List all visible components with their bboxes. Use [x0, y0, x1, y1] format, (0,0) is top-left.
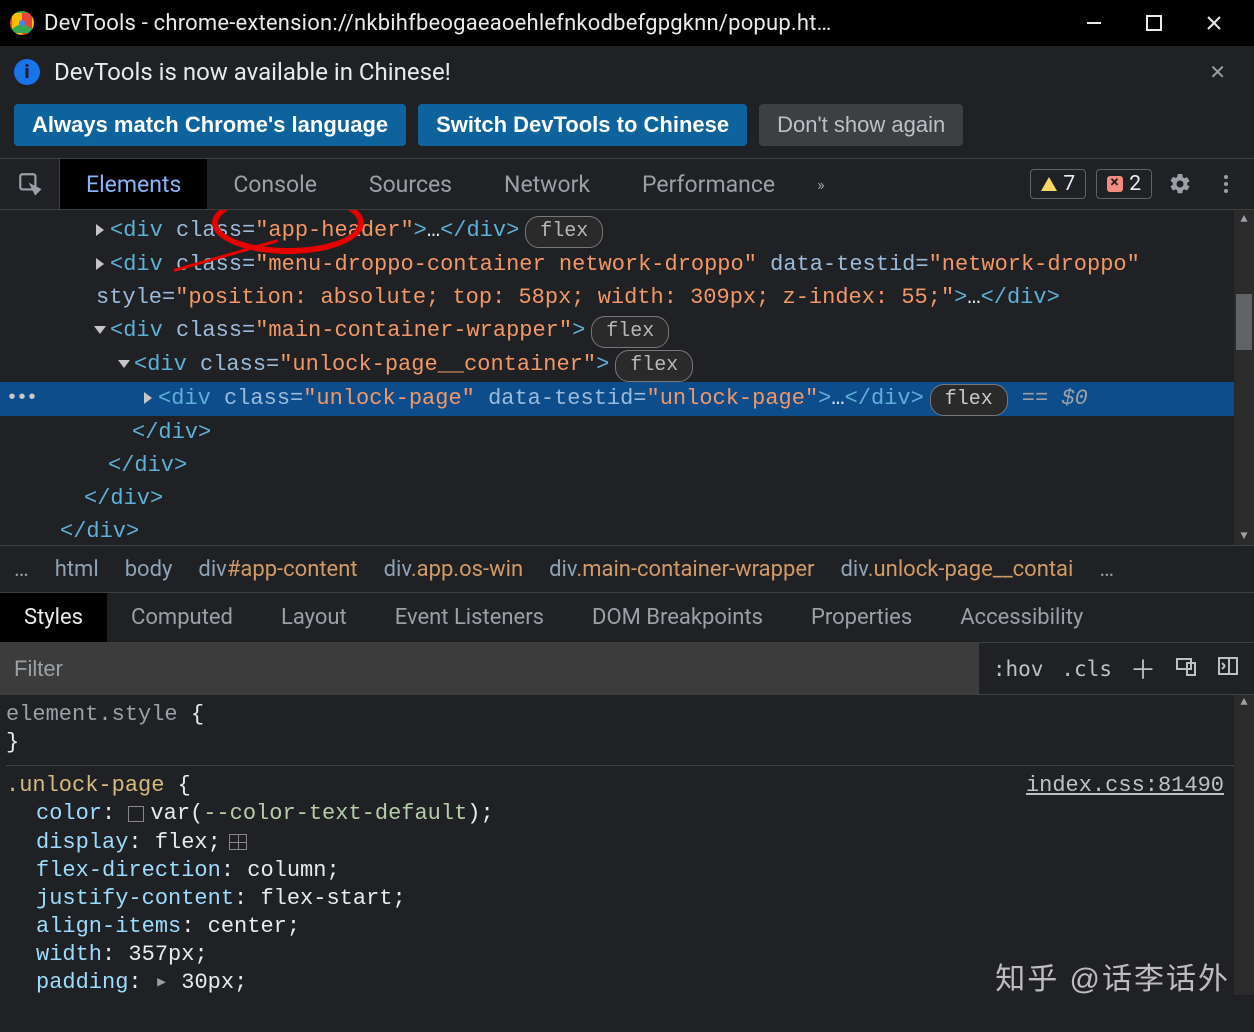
rule-source-link[interactable]: index.css:81490: [1026, 772, 1224, 800]
breadcrumb-item[interactable]: div.app.os-win: [384, 557, 524, 582]
scroll-thumb[interactable]: [1236, 294, 1252, 350]
breadcrumb-overflow[interactable]: …: [1099, 557, 1114, 582]
hov-toggle[interactable]: :hov: [993, 657, 1044, 681]
settings-gear-icon[interactable]: [1162, 172, 1198, 196]
dom-node[interactable]: <div class="menu-droppo-container networ…: [96, 248, 1254, 281]
breadcrumb-item[interactable]: div.unlock-page__contai: [840, 557, 1073, 582]
warnings-count: 7: [1063, 172, 1075, 196]
warning-icon: [1041, 177, 1057, 191]
subtab-computed[interactable]: Computed: [107, 593, 257, 642]
css-declaration[interactable]: color: var(--color-text-default);: [6, 800, 1254, 828]
dom-scrollbar[interactable]: ▲ ▼: [1234, 210, 1254, 545]
dom-node-cont[interactable]: style="position: absolute; top: 58px; wi…: [96, 281, 1254, 314]
styles-scrollbar[interactable]: ▲: [1234, 695, 1254, 995]
window-titlebar: DevTools - chrome-extension://nkbihfbeog…: [0, 0, 1254, 46]
breadcrumb-item[interactable]: body: [125, 557, 173, 582]
styles-filter-row: :hov .cls ＋: [0, 643, 1254, 695]
language-infobar: i DevTools is now available in Chinese! …: [0, 46, 1254, 92]
subtab-dom-breakpoints[interactable]: DOM Breakpoints: [568, 593, 787, 642]
flex-editor-icon[interactable]: [229, 834, 247, 850]
cls-toggle[interactable]: .cls: [1061, 657, 1112, 681]
minimize-button[interactable]: [1080, 9, 1108, 37]
breadcrumb-item[interactable]: div.main-container-wrapper: [549, 557, 814, 582]
subtab-event-listeners[interactable]: Event Listeners: [371, 593, 568, 642]
devtools-toolbar: Elements Console Sources Network Perform…: [0, 158, 1254, 210]
tab-performance[interactable]: Performance: [616, 159, 801, 209]
scroll-up-icon[interactable]: ▲: [1234, 695, 1254, 713]
styles-rules[interactable]: element.style { } index.css:81490 .unloc…: [0, 695, 1254, 995]
dom-close[interactable]: </div>: [108, 449, 1254, 482]
device-toolbar-icon[interactable]: [1174, 654, 1198, 684]
tab-console[interactable]: Console: [207, 159, 343, 209]
inspect-element-button[interactable]: [0, 159, 60, 209]
dom-node-selected[interactable]: <div class="unlock-page" data-testid="un…: [0, 382, 1254, 416]
breadcrumb-item[interactable]: div#app-content: [198, 557, 357, 582]
styles-pane-tabs: Styles Computed Layout Event Listeners D…: [0, 593, 1254, 643]
dom-node[interactable]: <div class="app-header">…</div>flex: [96, 214, 1254, 248]
subtab-properties[interactable]: Properties: [787, 593, 936, 642]
warnings-badge[interactable]: 7: [1030, 169, 1086, 199]
breadcrumb-overflow[interactable]: …: [14, 557, 29, 582]
elements-dom-tree[interactable]: <div class="app-header">…</div>flex <div…: [0, 210, 1254, 545]
scroll-down-icon[interactable]: ▼: [1234, 527, 1254, 545]
chrome-icon: [10, 11, 34, 35]
scroll-up-icon[interactable]: ▲: [1234, 210, 1254, 228]
maximize-button[interactable]: [1140, 9, 1168, 37]
color-swatch-icon[interactable]: [128, 806, 144, 822]
info-icon: i: [14, 59, 40, 85]
dom-close[interactable]: </div>: [60, 515, 1254, 545]
error-icon: [1107, 176, 1123, 192]
switch-devtools-language-button[interactable]: Switch DevTools to Chinese: [418, 104, 747, 146]
subtab-layout[interactable]: Layout: [257, 593, 371, 642]
infobar-close-icon[interactable]: ✕: [1195, 54, 1240, 90]
panel-tabs: Elements Console Sources Network Perform…: [60, 159, 841, 209]
css-declaration[interactable]: align-items: center;: [6, 913, 1254, 941]
watermark-text: 知乎 @话李话外: [995, 954, 1230, 998]
subtab-accessibility[interactable]: Accessibility: [936, 593, 1107, 642]
subtab-styles[interactable]: Styles: [0, 593, 107, 642]
css-rule[interactable]: index.css:81490 .unlock-page {: [6, 772, 1254, 800]
dom-breadcrumb[interactable]: … html body div#app-content div.app.os-w…: [0, 545, 1254, 593]
infobar-actions: Always match Chrome's language Switch De…: [0, 92, 1254, 158]
window-title: DevTools - chrome-extension://nkbihfbeog…: [44, 11, 1080, 36]
breadcrumb-item[interactable]: html: [55, 557, 99, 582]
new-style-rule-icon[interactable]: ＋: [1130, 650, 1156, 687]
css-declaration[interactable]: display: flex;: [6, 829, 1254, 857]
errors-count: 2: [1129, 172, 1141, 196]
infobar-message: DevTools is now available in Chinese!: [54, 58, 451, 86]
dom-node[interactable]: <div class="unlock-page__container">flex: [120, 348, 1254, 382]
tab-network[interactable]: Network: [478, 159, 616, 209]
dom-node[interactable]: <div class="main-container-wrapper">flex: [96, 314, 1254, 348]
dont-show-again-button[interactable]: Don't show again: [759, 104, 963, 146]
css-rule-close: }: [6, 729, 1254, 757]
errors-badge[interactable]: 2: [1096, 169, 1152, 199]
tab-elements[interactable]: Elements: [60, 159, 207, 209]
always-match-language-button[interactable]: Always match Chrome's language: [14, 104, 406, 146]
css-declaration[interactable]: flex-direction: column;: [6, 857, 1254, 885]
dom-close[interactable]: </div>: [132, 416, 1254, 449]
css-declaration[interactable]: justify-content: flex-start;: [6, 885, 1254, 913]
styles-filter-input[interactable]: [0, 643, 979, 694]
css-rule[interactable]: element.style {: [6, 701, 1254, 729]
close-button[interactable]: [1200, 9, 1228, 37]
dom-close[interactable]: </div>: [84, 482, 1254, 515]
tab-sources[interactable]: Sources: [343, 159, 478, 209]
more-options-icon[interactable]: [1208, 172, 1244, 196]
tabs-overflow-icon[interactable]: »: [801, 159, 841, 209]
toggle-pane-icon[interactable]: [1216, 654, 1240, 684]
